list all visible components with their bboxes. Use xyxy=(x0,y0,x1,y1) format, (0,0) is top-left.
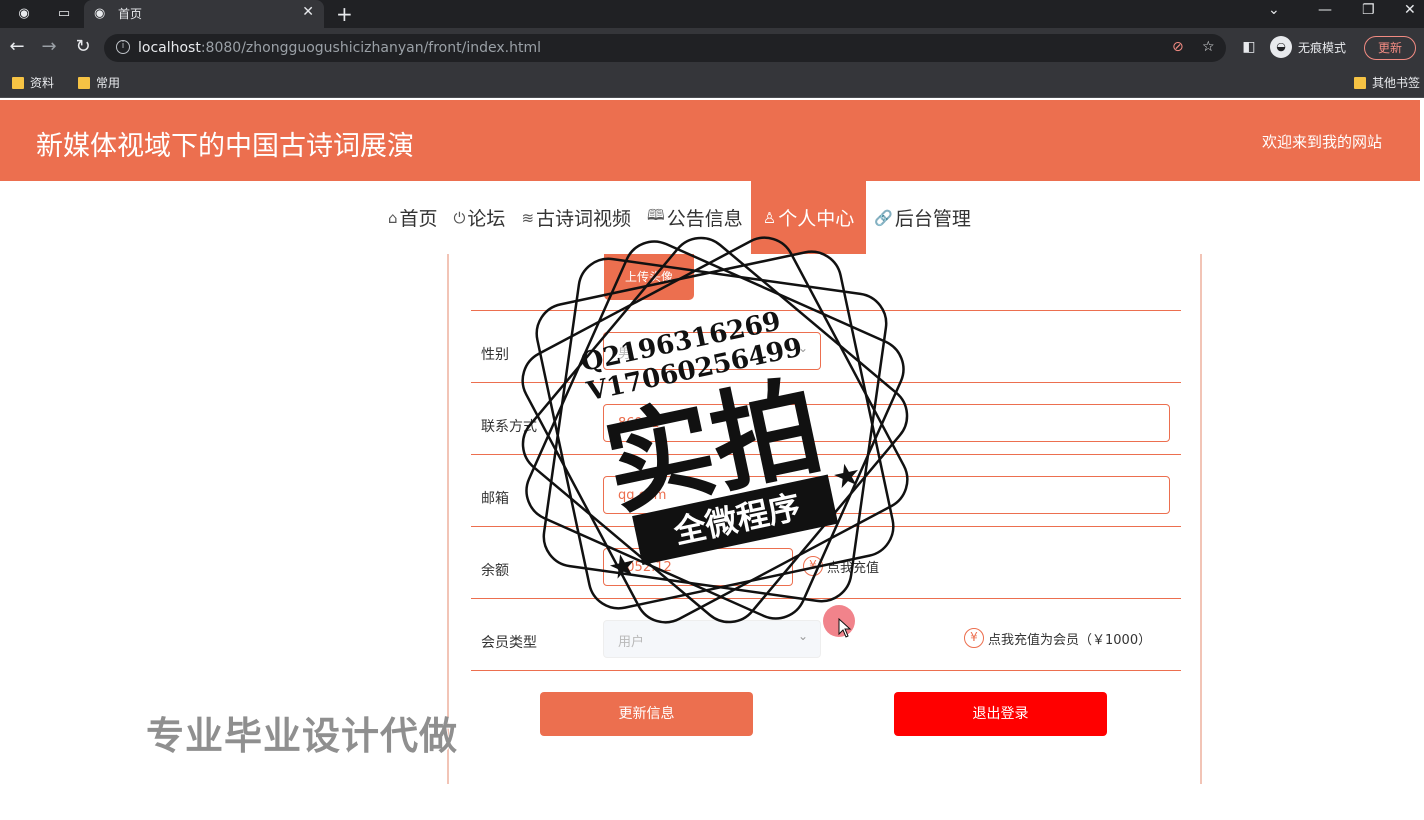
site-title: 新媒体视域下的中国古诗词展演 xyxy=(36,131,414,162)
user-icon: ♙ xyxy=(762,208,777,227)
address-bar-row: ← → ↻ i localhost:8080/zhongguogushicizh… xyxy=(0,28,1424,68)
member-recharge-link[interactable]: ¥ 点我充值为会员（￥1000） xyxy=(964,628,1151,648)
profile-label: 无痕模式 xyxy=(1298,40,1347,55)
site-header: 新媒体视域下的中国古诗词展演 欢迎来到我的网站 xyxy=(0,100,1420,181)
incognito-icon: ◒ xyxy=(1270,36,1292,58)
divider xyxy=(471,670,1181,671)
browser-tab[interactable]: ◉ 首页 ✕ xyxy=(84,0,324,28)
back-button[interactable]: ← xyxy=(6,36,28,58)
url-path: :8080/zhongguogushicizhanyan/front/index… xyxy=(200,40,541,56)
other-bookmarks[interactable]: 其他书签 xyxy=(1354,74,1420,91)
member-recharge-label: 点我充值为会员（￥1000） xyxy=(988,632,1152,648)
sidepanel-icon[interactable]: ◧ xyxy=(1238,36,1260,58)
member-type-select[interactable]: 用户 ⌄ xyxy=(603,620,821,658)
menu-label: 首页 xyxy=(399,208,438,230)
window-close-button[interactable]: ✕ xyxy=(1404,2,1416,18)
forward-button[interactable]: → xyxy=(38,36,60,58)
folder-icon xyxy=(12,76,24,89)
watermark-stamp: Q2196316269 V17060256499 实拍 全微程序 ★ ★ xyxy=(521,236,909,624)
other-bookmarks-label: 其他书签 xyxy=(1372,76,1421,90)
restore-button[interactable]: ❐ xyxy=(1362,2,1375,18)
menu-item-home[interactable]: ⌂ 首页 xyxy=(380,181,446,254)
power-icon: ⏻ xyxy=(453,208,466,227)
member-type-label: 会员类型 xyxy=(481,635,537,651)
menu-label: 公告信息 xyxy=(666,208,743,230)
folder-icon xyxy=(1354,76,1366,89)
bookmark-folder[interactable]: 常用 xyxy=(78,74,120,91)
layers-icon: ≋ xyxy=(521,208,535,227)
menu-label: 古诗词视频 xyxy=(536,208,632,230)
link-icon: 🔗 xyxy=(874,208,893,227)
window-icon[interactable]: ▭ xyxy=(56,6,72,22)
browser-tab-bar: ◉ ▭ ◉ 首页 ✕ + ⌄ — ❐ ✕ xyxy=(0,0,1424,28)
logout-button[interactable]: 退出登录 xyxy=(894,692,1107,736)
welcome-text: 欢迎来到我的网站 xyxy=(1262,133,1383,151)
tab-title: 首页 xyxy=(118,7,143,21)
info-icon[interactable]: i xyxy=(116,40,130,54)
update-info-button[interactable]: 更新信息 xyxy=(540,692,753,736)
bookmarks-bar: 资料 常用 其他书签 xyxy=(0,68,1424,98)
yen-icon: ¥ xyxy=(964,628,984,648)
gender-label: 性别 xyxy=(481,347,509,363)
chevron-down-icon: ⌄ xyxy=(797,629,808,643)
watermark-text: 专业毕业设计代做 xyxy=(146,714,459,758)
member-type-value: 用户 xyxy=(618,635,645,650)
bookmark-label: 资料 xyxy=(30,76,55,90)
close-icon[interactable]: ✕ xyxy=(302,4,314,20)
bookmark-label: 常用 xyxy=(96,76,121,90)
star-icon[interactable]: ☆ xyxy=(1202,39,1215,55)
url-input[interactable]: i localhost:8080/zhongguogushicizhanyan/… xyxy=(104,34,1226,62)
mouse-cursor-icon xyxy=(838,618,852,638)
blocked-icon[interactable]: ⊘ xyxy=(1172,39,1184,55)
globe-icon[interactable]: ◉ xyxy=(16,6,32,22)
new-tab-button[interactable]: + xyxy=(336,2,353,26)
star-icon: ★ xyxy=(829,454,865,497)
incognito-profile[interactable]: ◒ 无痕模式 xyxy=(1270,35,1346,59)
balance-label: 余额 xyxy=(481,563,509,579)
home-icon: ⌂ xyxy=(388,208,398,227)
minimize-button[interactable]: — xyxy=(1318,2,1332,18)
menu-label: 个人中心 xyxy=(778,208,855,230)
book-icon: 🕮 xyxy=(647,206,665,224)
email-label: 邮箱 xyxy=(481,491,509,507)
folder-icon xyxy=(78,76,90,89)
menu-item-forum[interactable]: ⏻ 论坛 xyxy=(446,181,514,254)
reload-button[interactable]: ↻ xyxy=(72,36,94,58)
bookmark-folder[interactable]: 资料 xyxy=(12,74,54,91)
menu-label: 论坛 xyxy=(467,208,506,230)
menu-label: 后台管理 xyxy=(894,208,971,230)
chevron-down-icon[interactable]: ⌄ xyxy=(1268,2,1280,18)
update-button[interactable]: 更新 xyxy=(1364,36,1416,60)
url-host: localhost xyxy=(138,40,201,56)
globe-icon: ◉ xyxy=(94,6,106,21)
